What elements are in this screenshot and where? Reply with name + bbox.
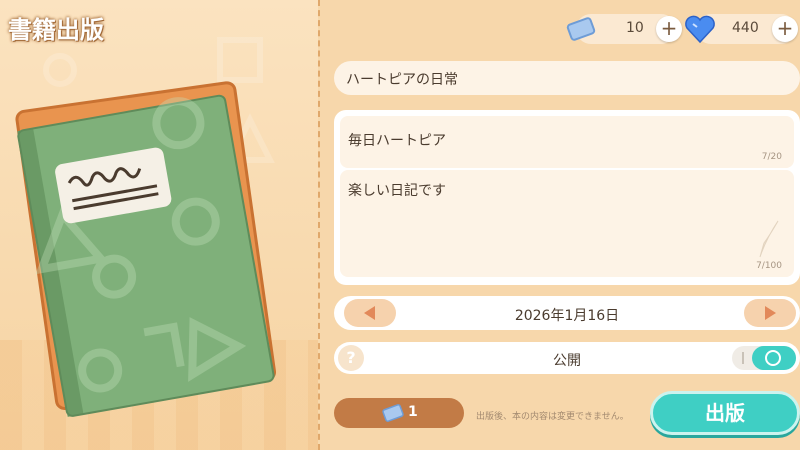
ticket-count: 10 — [626, 20, 644, 36]
currency-bar: 10 + 440 + — [566, 14, 798, 44]
book-title-field[interactable]: ハートピアの日常 — [334, 61, 800, 95]
content-card: 毎日ハートピア 7/20 楽しい日記です 7/100 — [334, 110, 800, 285]
quill-icon — [759, 220, 779, 258]
toggle-off-mark — [742, 352, 744, 364]
visibility-toggle[interactable] — [732, 346, 796, 370]
date-value: 2026年1月16日 — [514, 308, 620, 324]
toggle-on-mark — [765, 350, 781, 366]
arrow-right-icon — [765, 306, 776, 320]
publish-cost: 1 — [334, 398, 464, 428]
date-selector: 2026年1月16日 — [334, 296, 800, 330]
cost-value: 1 — [408, 404, 418, 420]
bg-square-shape — [217, 37, 263, 83]
book-title-value: ハートピアの日常 — [346, 72, 458, 88]
buy-gems-button[interactable]: + — [772, 16, 798, 42]
bg-circle-shape — [43, 53, 77, 87]
ticket-cost-icon — [382, 404, 404, 422]
publish-notice: 出版後、本の内容は変更できません。 — [476, 412, 629, 422]
body-counter: 7/100 — [756, 261, 782, 271]
visibility-row: ? 公開 — [334, 342, 800, 374]
body-value: 楽しい日記です — [348, 183, 446, 199]
subtitle-value: 毎日ハートピア — [348, 133, 446, 149]
body-field[interactable]: 楽しい日記です 7/100 — [340, 170, 794, 277]
subtitle-counter: 7/20 — [761, 152, 782, 162]
book-preview-panel: 書籍出版 — [0, 0, 318, 450]
ticket-icon — [566, 17, 596, 41]
toggle-knob — [752, 346, 796, 370]
visibility-label: 公開 — [553, 353, 581, 369]
next-date-button[interactable] — [744, 299, 796, 327]
screen-title: 書籍出版 — [8, 16, 104, 44]
subtitle-field[interactable]: 毎日ハートピア 7/20 — [340, 116, 794, 168]
buy-tickets-button[interactable]: + — [656, 16, 682, 42]
gem-count: 440 — [732, 20, 759, 36]
book-illustration — [15, 37, 277, 417]
heart-gem-icon — [685, 15, 715, 44]
publish-button[interactable]: 出版 — [650, 391, 800, 435]
